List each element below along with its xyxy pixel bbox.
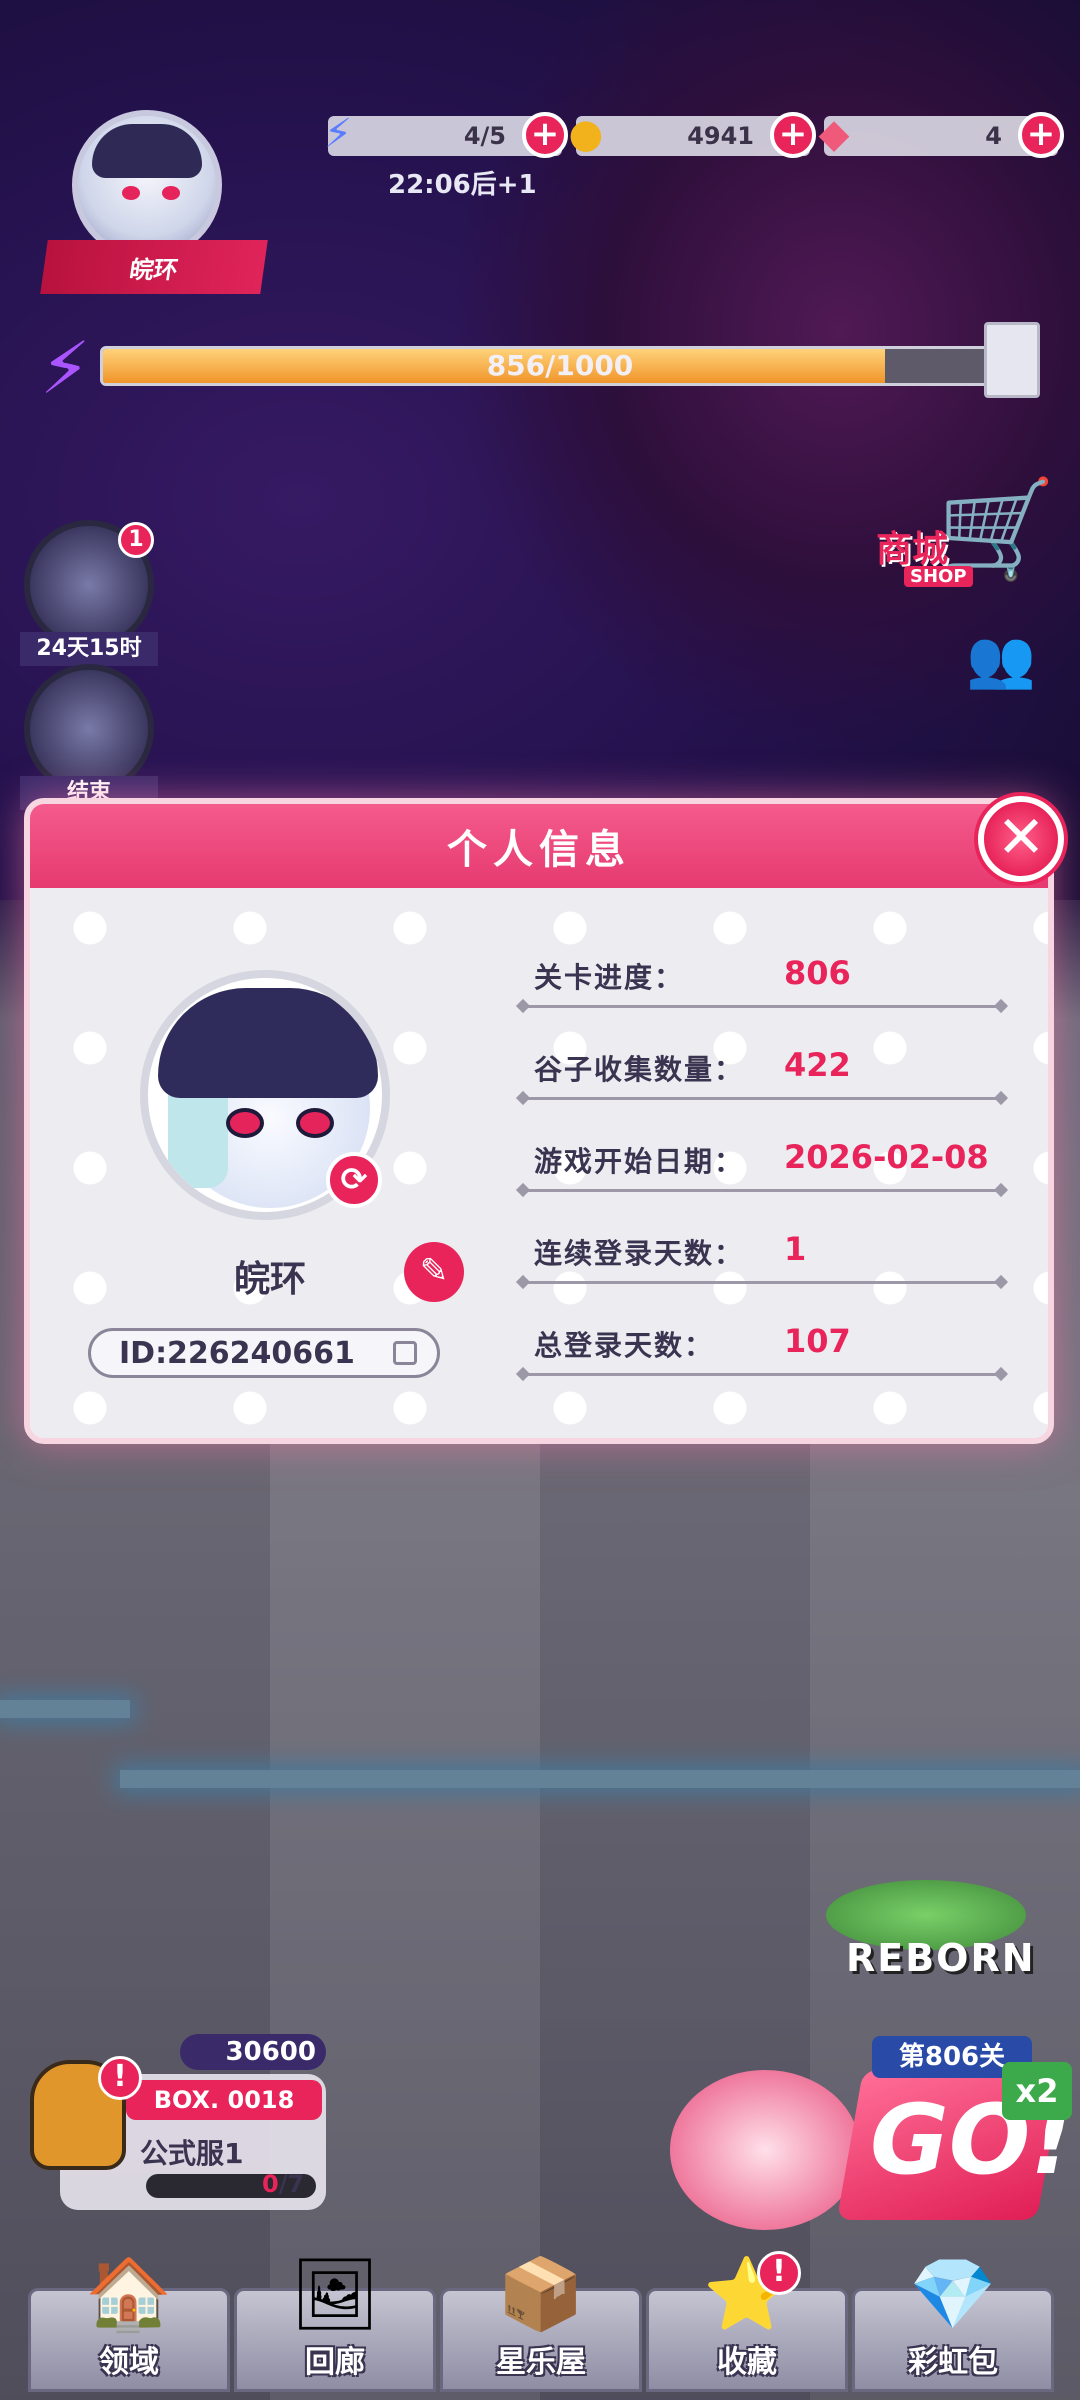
friends-icon[interactable]: 👥 (966, 626, 1036, 696)
lightning-icon: ⚡ (323, 111, 353, 157)
alert-badge: ! (757, 2251, 801, 2295)
xp-value: 856/1000 (486, 349, 634, 382)
go-button[interactable]: GO! 第806关 x2 (650, 2030, 1074, 2230)
box-points: 30600 (180, 2034, 326, 2070)
nav-item-domain[interactable]: 🏠 领域 (28, 2253, 230, 2392)
modal-title: 个人信息 (447, 827, 631, 873)
info-row-level-progress: 关卡进度： 806 (522, 948, 1002, 1008)
energy-value: 4/5 (463, 122, 506, 150)
notification-badge: 1 (118, 522, 154, 558)
gallery-icon: 🖼 (290, 2253, 380, 2335)
bottom-nav: 🏠 领域 🖼 回廊 📦 星乐屋 ⭐ ! 收藏 💎 彩虹包 (26, 2251, 1056, 2400)
shop-title: 商城 (876, 529, 949, 570)
info-row-collection-count: 谷子收集数量： 422 (522, 1040, 1002, 1100)
rainbow-pack-icon: 💎 (909, 2253, 997, 2335)
xp-bar: ⚡ 856/1000 (40, 322, 1040, 410)
go-character (670, 2070, 860, 2230)
shop-button[interactable]: 🛒 商城 SHOP (876, 474, 1056, 604)
change-avatar-button[interactable]: ⟳ (326, 1152, 382, 1208)
modal-header: 个人信息 (30, 804, 1048, 888)
nav-item-gallery[interactable]: 🖼 回廊 (234, 2253, 436, 2392)
close-button[interactable]: ✕ (978, 796, 1064, 882)
box-tag: BOX. 0018 (126, 2080, 322, 2120)
player-id: ID:226240661 (88, 1328, 440, 1378)
profile-name: 皖环 (233, 1259, 306, 1300)
info-row-start-date: 游戏开始日期： 2026-02-08 (522, 1132, 1002, 1192)
event-1-timer: 24天15时 (20, 632, 158, 666)
energy-counter: ⚡ 4/5 + (324, 111, 568, 158)
event-button-1[interactable]: 1 24天15时 (20, 520, 158, 666)
event-button-2[interactable]: 结束 (20, 664, 158, 810)
player-avatar-button[interactable]: 皖环 (40, 110, 268, 294)
nav-item-star-house[interactable]: 📦 星乐屋 (440, 2253, 642, 2392)
info-row-total-logins: 总登录天数： 107 (522, 1316, 1002, 1376)
player-id-text: ID:226240661 (119, 1335, 355, 1371)
alert-badge: ! (98, 2056, 142, 2100)
gem-value: 4 (985, 122, 1002, 150)
gem-counter: ◆ 4 + (819, 111, 1064, 158)
star-house-icon: 📦 (497, 2253, 585, 2335)
coin-icon: ● (568, 111, 604, 157)
domain-icon: 🏠 (85, 2253, 173, 2335)
reward-box-icon[interactable] (984, 322, 1040, 398)
nav-item-collection[interactable]: ⭐ ! 收藏 (646, 2251, 848, 2392)
add-gems-button[interactable]: + (1018, 112, 1064, 158)
copy-icon[interactable] (393, 1341, 417, 1365)
player-name-ribbon: 皖环 (40, 240, 268, 294)
shop-subtitle: SHOP (904, 566, 973, 587)
profile-modal: 个人信息 ⟳ 皖环 ✎ ID:226240661 关卡进度： 806 谷子收集数… (24, 798, 1054, 1444)
box-name: 公式服1 (140, 2137, 244, 2170)
go-multiplier: x2 (1002, 2062, 1072, 2120)
close-icon: ✕ (996, 803, 1046, 871)
coin-value: 4941 (687, 122, 754, 150)
info-row-consecutive-logins: 连续登录天数： 1 (522, 1224, 1002, 1284)
energy-timer: 22:06后+1 (388, 170, 537, 200)
edit-name-button[interactable]: ✎ (404, 1242, 464, 1302)
reborn-label: REBORN (846, 1936, 1036, 1980)
box-progress-text: 0/7 (262, 2170, 305, 2198)
reborn-button[interactable]: REBORN (826, 1790, 1034, 1980)
gem-icon: ◆ (818, 111, 850, 157)
avatar (72, 110, 222, 260)
nav-item-rainbow-pack[interactable]: 💎 彩虹包 (852, 2253, 1054, 2392)
coin-counter: ● 4941 + (569, 111, 816, 158)
